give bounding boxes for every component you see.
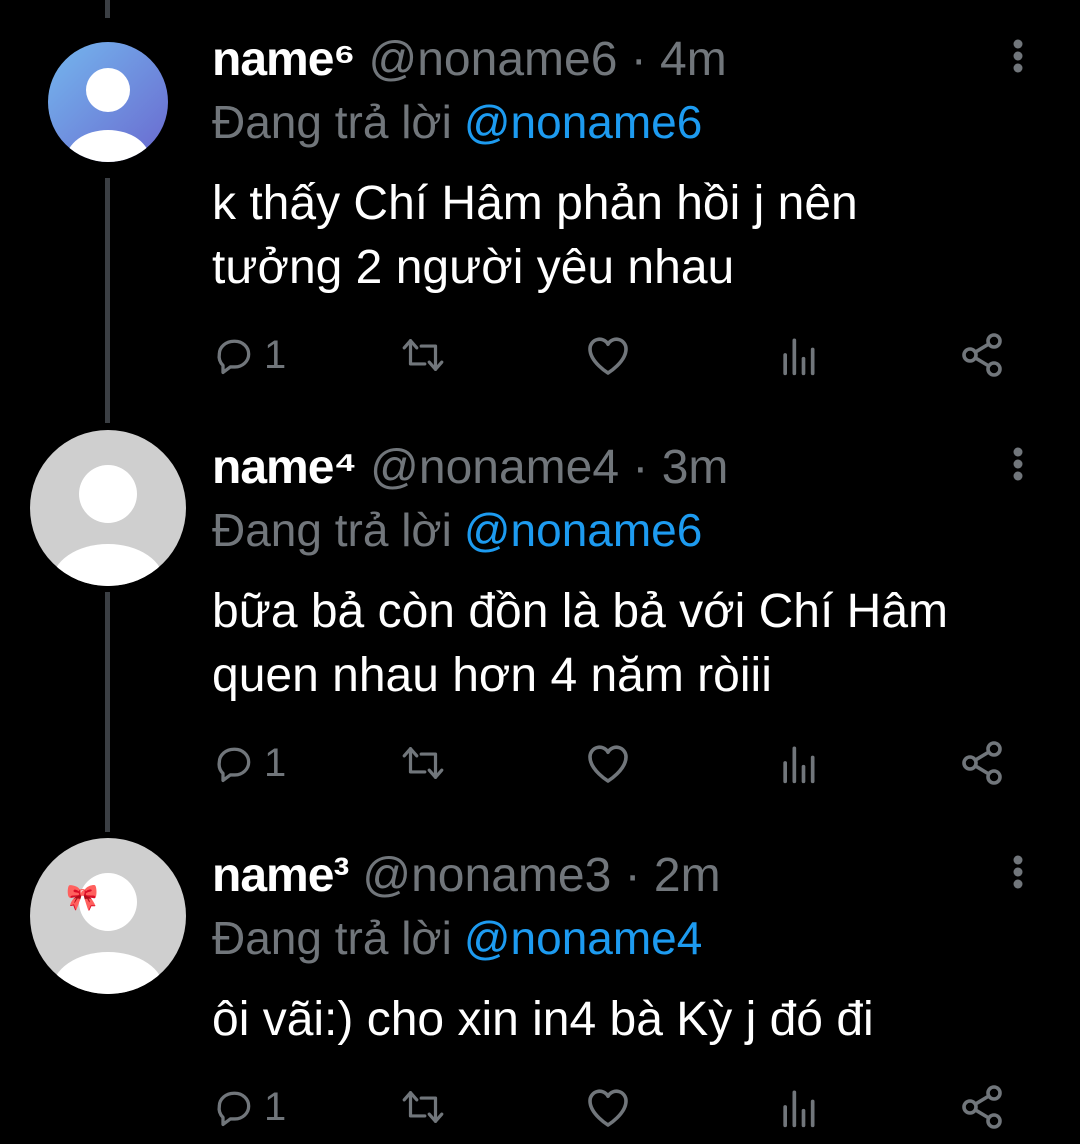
views-icon <box>783 1090 815 1128</box>
reply-button[interactable]: 1 <box>212 1082 286 1132</box>
retweet-button[interactable] <box>398 330 448 380</box>
timestamp[interactable]: · 3m <box>632 441 728 494</box>
tweet-3[interactable]: 🎀 name³ @noname3 · 2m Đang trả lời @noname… <box>0 816 1080 1144</box>
user-handle[interactable]: @noname3 <box>362 849 611 902</box>
avatar[interactable]: 🎀 <box>30 838 186 994</box>
display-name[interactable]: name⁶ <box>212 33 355 86</box>
retweet-icon <box>402 1091 444 1123</box>
tweet-text: k thấy Chí Hâm phản hồi j nên tưởng 2 ng… <box>212 172 1052 300</box>
bow-decoration-icon: 🎀 <box>66 882 99 912</box>
share-icon <box>962 1085 1002 1129</box>
more-icon[interactable] <box>998 36 1038 76</box>
share-icon <box>962 741 1002 785</box>
retweet-icon <box>402 747 444 779</box>
heart-icon <box>588 745 628 783</box>
reply-to-handle[interactable]: @noname6 <box>464 96 703 148</box>
heart-icon <box>588 1089 628 1127</box>
tweet-text-line: k thấy Chí Hâm phản hồi j nên <box>212 177 858 230</box>
reply-button[interactable]: 1 <box>212 738 286 788</box>
retweet-button[interactable] <box>398 1082 448 1132</box>
action-bar: 1 <box>212 330 1032 380</box>
retweet-icon <box>402 339 444 371</box>
timestamp[interactable]: · 2m <box>625 849 721 902</box>
reply-count: 1 <box>264 333 287 377</box>
tweet-2[interactable]: name⁴ @noname4 · 3m Đang trả lời @noname6 … <box>0 408 1080 816</box>
more-icon[interactable] <box>998 444 1038 484</box>
avatar[interactable] <box>48 42 168 162</box>
reply-to-handle[interactable]: @noname4 <box>464 912 703 964</box>
tweet-text-line: bữa bả còn đồn là bả với Chí Hâm <box>212 585 949 638</box>
views-button[interactable] <box>778 330 818 380</box>
like-button[interactable] <box>584 330 632 380</box>
views-button[interactable] <box>778 1082 818 1132</box>
reply-icon <box>217 339 251 375</box>
reply-icon <box>217 1091 251 1127</box>
share-icon <box>962 333 1002 377</box>
replying-to: Đang trả lời @noname4 <box>212 908 702 968</box>
views-button[interactable] <box>778 738 818 788</box>
heart-icon <box>588 337 628 375</box>
user-handle[interactable]: @noname6 <box>369 33 618 86</box>
replying-to: Đang trả lời @noname6 <box>212 500 702 560</box>
tweet-text-line: quen nhau hơn 4 năm ròiii <box>212 649 772 702</box>
more-icon[interactable] <box>998 852 1038 892</box>
display-name[interactable]: name³ <box>212 849 349 902</box>
avatar[interactable] <box>30 430 186 586</box>
tweet-header: name⁶ @noname6 · 4m <box>212 30 727 90</box>
reply-count: 1 <box>264 1085 287 1129</box>
replying-to: Đang trả lời @noname6 <box>212 92 702 152</box>
tweet-text-line: tưởng 2 người yêu nhau <box>212 241 735 294</box>
replying-to-label: Đang trả lời <box>212 912 452 964</box>
reply-count: 1 <box>264 741 287 785</box>
retweet-button[interactable] <box>398 738 448 788</box>
display-name[interactable]: name⁴ <box>212 441 357 494</box>
like-button[interactable] <box>584 738 632 788</box>
action-bar: 1 <box>212 1082 1032 1132</box>
action-bar: 1 <box>212 738 1032 788</box>
replying-to-label: Đang trả lời <box>212 96 452 148</box>
tweet-header: name⁴ @noname4 · 3m <box>212 438 728 498</box>
timestamp[interactable]: · 4m <box>631 33 727 86</box>
views-icon <box>783 746 815 784</box>
like-button[interactable] <box>584 1082 632 1132</box>
tweet-1[interactable]: name⁶ @noname6 · 4m Đang trả lời @noname6 … <box>0 0 1080 408</box>
share-button[interactable] <box>958 330 1006 380</box>
tweet-text: bữa bả còn đồn là bả với Chí Hâm quen nh… <box>212 580 1052 708</box>
tweet-text: ôi vãi:) cho xin in4 bà Kỳ j đó đi <box>212 988 1052 1052</box>
reply-icon <box>217 747 251 783</box>
reply-button[interactable]: 1 <box>212 330 286 380</box>
views-icon <box>783 338 815 376</box>
tweet-text-line: ôi vãi:) cho xin in4 bà Kỳ j đó đi <box>212 993 874 1046</box>
tweet-header: name³ @noname3 · 2m <box>212 846 721 906</box>
share-button[interactable] <box>958 738 1006 788</box>
share-button[interactable] <box>958 1082 1006 1132</box>
user-handle[interactable]: @noname4 <box>370 441 619 494</box>
reply-to-handle[interactable]: @noname6 <box>464 504 703 556</box>
replying-to-label: Đang trả lời <box>212 504 452 556</box>
